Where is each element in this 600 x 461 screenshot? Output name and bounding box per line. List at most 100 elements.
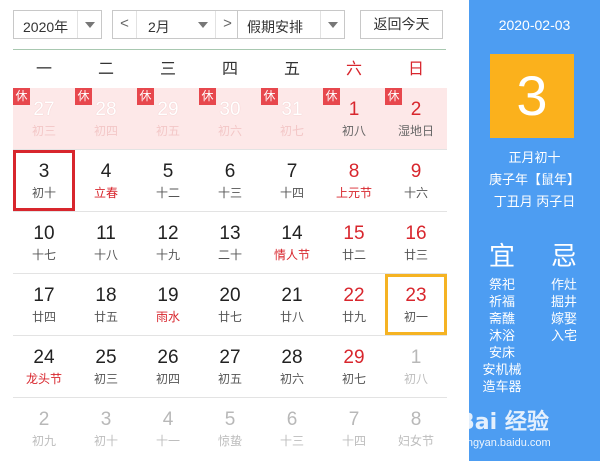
back-to-today-button[interactable]: 返回今天 (360, 10, 443, 39)
day-cell[interactable]: 11 十八 (75, 212, 137, 273)
lunar-label: 初一 (403, 310, 428, 324)
day-cell[interactable]: 5 惊蛰 (199, 398, 261, 459)
holiday-select[interactable]: 假期安排 (237, 10, 345, 39)
day-cell[interactable]: 休 2 湿地日 (385, 88, 447, 149)
day-cell[interactable]: 9 十六 (385, 150, 447, 211)
day-cell[interactable]: 20 廿七 (199, 274, 261, 335)
day-number: 4 (100, 161, 112, 182)
day-cell[interactable]: 27 初五 (199, 336, 261, 397)
lunar-label: 十八 (93, 248, 118, 262)
rest-badge: 休 (137, 88, 154, 105)
lunar-label: 十二 (155, 186, 180, 200)
day-cell[interactable]: 2 初九 (13, 398, 75, 459)
day-cell[interactable]: 6 十三 (261, 398, 323, 459)
yi-item: 沐浴 (488, 328, 515, 343)
month-dropdown-button[interactable] (191, 11, 215, 38)
day-cell[interactable]: 21 廿八 (261, 274, 323, 335)
day-cell-today[interactable]: 3 初十 (13, 150, 75, 211)
day-cell[interactable]: 休 27 初三 (13, 88, 75, 149)
lunar-label: 初九 (31, 434, 56, 448)
day-cell[interactable]: 8 妇女节 (385, 398, 447, 459)
day-number: 9 (410, 161, 422, 182)
lunar-label: 廿三 (403, 248, 428, 262)
lunar-label: 初七 (279, 124, 304, 138)
yi-item: 祈福 (488, 294, 515, 309)
day-cell[interactable]: 28 初六 (261, 336, 323, 397)
rest-badge: 休 (75, 88, 92, 105)
ji-title: 忌 (551, 242, 578, 272)
day-cell[interactable]: 24 龙头节 (13, 336, 75, 397)
year-select[interactable]: 2020年 (13, 10, 102, 39)
day-number: 8 (348, 161, 360, 182)
day-cell[interactable]: 16 廿三 (385, 212, 447, 273)
rest-badge: 休 (385, 88, 402, 105)
day-cell[interactable]: 5 十二 (137, 150, 199, 211)
day-cell[interactable]: 休 29 初五 (137, 88, 199, 149)
day-number: 7 (348, 409, 360, 430)
day-number: 3 (100, 409, 112, 430)
day-number: 4 (162, 409, 174, 430)
day-cell[interactable]: 19 雨水 (137, 274, 199, 335)
month-value: 2月 (148, 19, 170, 35)
day-cell[interactable]: 3 初十 (75, 398, 137, 459)
day-cell[interactable]: 17 廿四 (13, 274, 75, 335)
day-cell[interactable]: 休 30 初六 (199, 88, 261, 149)
day-cell[interactable]: 29 初七 (323, 336, 385, 397)
ganzhi-year: 庚子年【鼠年】 (488, 172, 580, 187)
day-cell[interactable]: 休 31 初七 (261, 88, 323, 149)
toolbar: 2020年 < 2月 > 假期安排 返回今天 (13, 10, 473, 40)
lunar-label: 初七 (341, 372, 366, 386)
ji-item: 作灶 (550, 277, 577, 292)
day-cell[interactable]: 26 初四 (137, 336, 199, 397)
day-cell[interactable]: 6 十三 (199, 150, 261, 211)
weekday-label: 四 (221, 61, 238, 78)
lunar-label: 十七 (31, 248, 56, 262)
day-number: 13 (219, 223, 241, 244)
holiday-dropdown-button[interactable] (320, 11, 344, 38)
weekday-header: 一 二 三 四 五 六 日 (13, 54, 447, 86)
day-cell[interactable]: 14 情人节 (261, 212, 323, 273)
day-cell[interactable]: 25 初三 (75, 336, 137, 397)
weekday-label-saturday: 六 (345, 61, 362, 78)
day-cell[interactable]: 13 二十 (199, 212, 261, 273)
yi-item: 斋醮 (488, 311, 515, 326)
lunar-label: 初五 (217, 372, 242, 386)
yi-item: 造车器 (482, 379, 522, 394)
day-cell[interactable]: 1 初八 (385, 336, 447, 397)
yi-item: 安机械 (482, 362, 522, 377)
day-cell[interactable]: 12 十九 (137, 212, 199, 273)
day-cell[interactable]: 8 上元节 (323, 150, 385, 211)
year-dropdown-button[interactable] (77, 11, 101, 38)
day-number: 18 (95, 285, 117, 306)
day-cell[interactable]: 7 十四 (261, 150, 323, 211)
yi-item: 祭祀 (488, 277, 515, 292)
day-number: 27 (219, 347, 241, 368)
chevron-down-icon (198, 22, 208, 28)
day-number: 19 (157, 285, 179, 306)
day-cell[interactable]: 休 28 初四 (75, 88, 137, 149)
next-month-button[interactable]: > (215, 11, 239, 38)
day-number: 17 (33, 285, 55, 306)
lunar-label: 十六 (403, 186, 428, 200)
day-number: 16 (405, 223, 427, 244)
lunar-label: 廿七 (217, 310, 242, 324)
day-cell[interactable]: 4 立春 (75, 150, 137, 211)
day-cell[interactable]: 15 廿二 (323, 212, 385, 273)
day-cell[interactable]: 休 1 初八 (323, 88, 385, 149)
yi-list: 祭祀 祈福 斋醮 沐浴 安床 安机械 造车器 (469, 276, 535, 395)
day-cell[interactable]: 7 十四 (323, 398, 385, 459)
ganzhi-month-day: 丁丑月 丙子日 (493, 194, 576, 209)
day-number: 11 (96, 223, 116, 244)
day-cell[interactable]: 22 廿九 (323, 274, 385, 335)
day-number: 14 (281, 223, 303, 244)
lunar-label: 十三 (217, 186, 242, 200)
day-cell[interactable]: 4 十一 (137, 398, 199, 459)
prev-month-button[interactable]: < (113, 11, 137, 38)
day-number: 20 (219, 285, 241, 306)
day-cell[interactable]: 10 十七 (13, 212, 75, 273)
lunar-label: 妇女节 (397, 434, 434, 448)
day-cell[interactable]: 18 廿五 (75, 274, 137, 335)
month-select[interactable]: < 2月 > (112, 10, 240, 39)
day-cell-selected[interactable]: 23 初一 (385, 274, 447, 335)
weekday-label: 一 (35, 61, 52, 78)
